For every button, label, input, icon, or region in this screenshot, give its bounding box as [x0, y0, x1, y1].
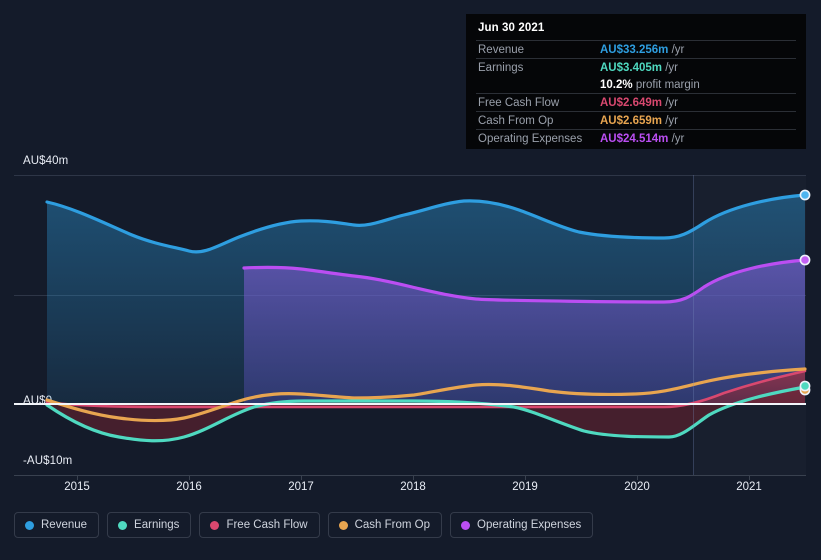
tooltip-unit-revenue: /yr [671, 43, 685, 56]
legend-label-revenue: Revenue [41, 519, 88, 531]
tooltip-label-profit-margin [476, 76, 598, 94]
x-axis-label-2021: 2021 [736, 481, 762, 493]
earnings-color-dot-icon [118, 520, 128, 530]
revenue-end-marker [799, 189, 811, 201]
chart-tooltip: Jun 30 2021 Revenue AU$33.256m /yr Earni… [466, 14, 806, 149]
legend-label-operating-expenses: Operating Expenses [477, 519, 582, 531]
tooltip-unit-free-cash-flow: /yr [665, 96, 678, 109]
x-tick-2021 [749, 475, 750, 480]
tooltip-row-revenue: Revenue AU$33.256m /yr [476, 40, 796, 59]
tooltip-label-revenue: Revenue [476, 40, 598, 59]
tooltip-amount-operating-expenses: AU$24.514m [600, 132, 669, 145]
legend-item-cash-from-op[interactable]: Cash From Op [327, 512, 443, 538]
tooltip-unit-earnings: /yr [665, 61, 678, 74]
x-axis-label-2015: 2015 [64, 481, 90, 493]
cash-from-op-color-dot-icon [338, 520, 348, 530]
x-axis-label-2018: 2018 [400, 481, 426, 493]
tooltip-label-operating-expenses: Operating Expenses [476, 129, 598, 147]
zero-baseline [14, 403, 806, 405]
x-tick-2015 [77, 475, 78, 480]
tooltip-value-free-cash-flow: AU$2.649m /yr [598, 93, 796, 112]
tooltip-row-cash-from-op: Cash From Op AU$2.659m /yr [476, 111, 796, 130]
tooltip-amount-earnings: AU$3.405m [600, 61, 663, 74]
operating-expenses-color-dot-icon [461, 520, 471, 530]
free-cash-flow-color-dot-icon [210, 520, 220, 530]
x-axis-label-2017: 2017 [288, 481, 314, 493]
legend-item-operating-expenses[interactable]: Operating Expenses [450, 512, 594, 538]
tooltip-label-free-cash-flow: Free Cash Flow [476, 93, 598, 112]
tooltip-row-profit-margin: 10.2% profit margin [476, 76, 796, 94]
x-tick-2017 [301, 475, 302, 480]
tooltip-label-earnings: Earnings [476, 58, 598, 76]
x-tick-2018 [413, 475, 414, 480]
tooltip-value-revenue: AU$33.256m /yr [598, 40, 796, 59]
tooltip-row-free-cash-flow: Free Cash Flow AU$2.649m /yr [476, 93, 796, 112]
legend-label-earnings: Earnings [134, 519, 180, 531]
x-tick-2019 [525, 475, 526, 480]
legend-item-revenue[interactable]: Revenue [14, 512, 100, 538]
y-axis-label-top: AU$40m [23, 155, 69, 167]
x-axis-label-2019: 2019 [512, 481, 538, 493]
tooltip-row-operating-expenses: Operating Expenses AU$24.514m /yr [476, 129, 796, 147]
tooltip-value-operating-expenses: AU$24.514m /yr [598, 129, 796, 147]
tooltip-table: Revenue AU$33.256m /yr Earnings AU$3.405… [476, 40, 796, 147]
legend-item-earnings[interactable]: Earnings [107, 512, 192, 538]
series-layer [45, 189, 811, 443]
tooltip-value-cash-from-op: AU$2.659m /yr [598, 111, 796, 130]
operating-expenses-end-marker [799, 254, 811, 266]
financials-area-chart: AU$40m AU$0 -AU$10m 2015 2016 2017 2018 … [0, 0, 821, 560]
tooltip-amount-profit-margin: 10.2% [600, 78, 633, 91]
plot-area [14, 175, 811, 475]
tooltip-amount-free-cash-flow: AU$2.649m [600, 96, 663, 109]
tooltip-amount-cash-from-op: AU$2.659m [600, 114, 663, 127]
x-tick-2016 [189, 475, 190, 480]
tooltip-row-earnings: Earnings AU$3.405m /yr [476, 58, 796, 76]
tooltip-unit-operating-expenses: /yr [671, 132, 685, 145]
tooltip-label-cash-from-op: Cash From Op [476, 111, 598, 130]
tooltip-unit-profit-margin: profit margin [635, 78, 700, 91]
revenue-color-dot-icon [25, 520, 34, 530]
x-axis-label-2016: 2016 [176, 481, 202, 493]
tooltip-value-earnings: AU$3.405m /yr [598, 58, 796, 76]
tooltip-value-profit-margin: 10.2% profit margin [598, 76, 796, 94]
earnings-end-marker [799, 380, 811, 392]
legend-item-free-cash-flow[interactable]: Free Cash Flow [199, 512, 320, 538]
tooltip-amount-revenue: AU$33.256m [600, 43, 669, 56]
x-axis-line [14, 475, 806, 476]
x-tick-2020 [637, 475, 638, 480]
x-axis-label-2020: 2020 [624, 481, 650, 493]
legend-label-free-cash-flow: Free Cash Flow [226, 519, 308, 531]
tooltip-unit-cash-from-op: /yr [665, 114, 678, 127]
tooltip-date: Jun 30 2021 [478, 22, 545, 34]
legend-label-cash-from-op: Cash From Op [354, 519, 431, 531]
chart-legend: Revenue Earnings Free Cash Flow Cash Fro… [14, 512, 594, 538]
forecast-divider [693, 175, 694, 475]
